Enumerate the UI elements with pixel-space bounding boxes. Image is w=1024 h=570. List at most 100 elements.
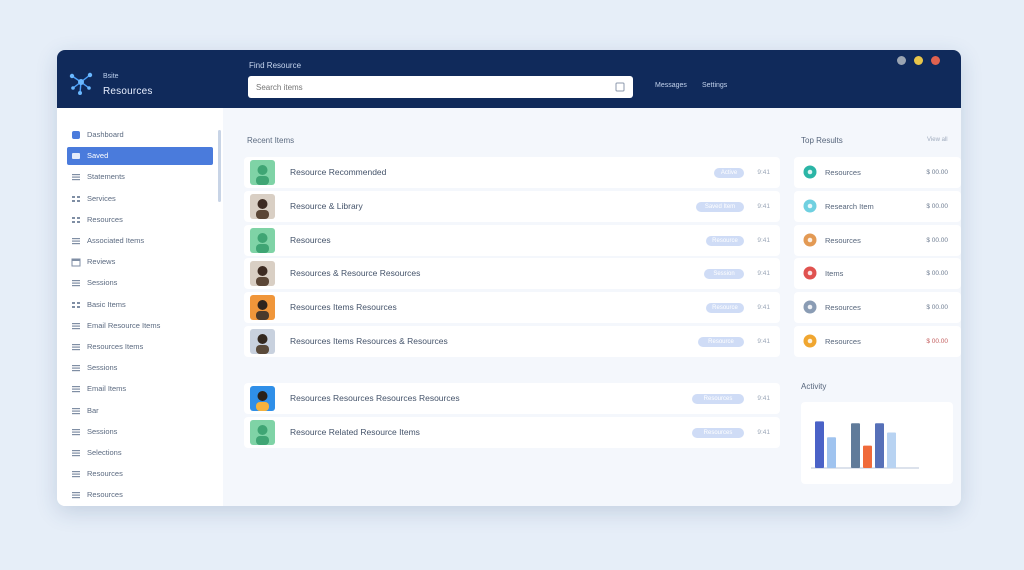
stat-icon	[803, 334, 817, 348]
status-badge: Resources	[692, 428, 744, 438]
list-item-title: Resources Items Resources	[290, 302, 397, 313]
list-item[interactable]: Resource & Library Saved Item 9:41	[244, 190, 780, 222]
minimize-button[interactable]	[897, 56, 906, 65]
list-item[interactable]: Resource Related Resource Items Resources…	[244, 417, 780, 448]
stat-label: Resources	[825, 337, 861, 346]
square-icon	[72, 131, 80, 139]
sidebar-item-label: Email Resource Items	[87, 320, 161, 330]
list-icon	[72, 174, 80, 181]
list-item-time: 9:41	[757, 202, 770, 210]
list-item[interactable]: Resources Items Resources & Resources Res…	[244, 326, 780, 357]
sidebar-item[interactable]: Email Resource Items	[67, 317, 213, 335]
list-item-title: Resources & Resource Resources	[290, 268, 421, 279]
nav-link-messages[interactable]: Messages	[655, 82, 687, 89]
sidebar-item[interactable]: Sessions	[67, 359, 213, 377]
chart-bar	[827, 437, 836, 468]
sidebar-item-label: Selections	[87, 448, 122, 457]
stat-label: Resources	[825, 303, 861, 313]
avatar	[250, 329, 275, 354]
avatar	[250, 420, 275, 445]
list-item-time: 9:41	[757, 338, 770, 345]
stat-row[interactable]: Items $ 00.00	[794, 258, 961, 290]
stat-row[interactable]: Resources $ 00.00	[794, 292, 961, 324]
list-item[interactable]: Resources Resource 9:41	[244, 224, 780, 256]
sidebar-item[interactable]: Bar	[67, 402, 213, 420]
search-input[interactable]	[256, 80, 596, 94]
list-icon	[72, 344, 80, 351]
status-badge: Resource	[698, 337, 744, 347]
list-item-title: Resource & Library	[290, 200, 363, 211]
avatar	[250, 295, 275, 321]
maximize-button[interactable]	[914, 56, 923, 65]
sidebar-item[interactable]: Resources	[67, 486, 213, 504]
list-icon	[72, 428, 80, 435]
sidebar-item-label: Associated Items	[87, 236, 145, 245]
stat-row[interactable]: Resources $ 00.00	[794, 224, 961, 256]
list-item-time: 9:41	[757, 270, 770, 278]
stat-label: Resources	[825, 168, 861, 177]
status-badge: Active	[714, 168, 744, 178]
stat-row[interactable]: Resources $ 00.00	[794, 157, 961, 188]
list-item[interactable]: Resources & Resource Resources Session 9:4…	[244, 258, 780, 290]
sidebar-item-label: Statements	[87, 172, 125, 182]
sidebar-item[interactable]: Reviews	[67, 253, 213, 271]
sidebar-item[interactable]: Services	[67, 190, 213, 208]
sidebar-item[interactable]: Selections	[67, 444, 213, 462]
list-item-title: Resource Recommended	[290, 167, 387, 177]
close-button[interactable]	[931, 56, 940, 65]
sidebar-item[interactable]: Statements	[67, 168, 213, 186]
sidebar-item-label: Bar	[87, 405, 99, 415]
sidebar-item-label: Reviews	[87, 257, 116, 267]
sidebar-item[interactable]: Email Items	[67, 380, 213, 398]
sidebar-scrollbar[interactable]	[218, 130, 221, 202]
stat-icon	[803, 233, 817, 247]
grid-icon	[72, 301, 80, 308]
sidebar-item[interactable]: Resources Items	[67, 338, 213, 356]
stat-value: $ 00.00	[926, 236, 948, 244]
list-item-title: Resource Related Resource Items	[290, 427, 420, 437]
sidebar-item[interactable]: Sessions	[67, 274, 213, 292]
stat-icon	[803, 266, 817, 280]
avatar	[250, 160, 275, 185]
activity-chart-card	[801, 402, 953, 484]
avatar	[250, 227, 275, 253]
sidebar-item[interactable]: Sessions	[67, 423, 213, 441]
list-icon	[72, 386, 80, 393]
search-box[interactable]	[248, 76, 633, 98]
stat-value: $ 00.00	[926, 338, 948, 345]
grid-icon	[72, 216, 80, 223]
chart-bar	[887, 432, 896, 468]
stat-value: $ 00.00	[926, 202, 948, 210]
list-item-time: 9:41	[757, 395, 770, 402]
avatar	[250, 261, 275, 287]
view-all-link[interactable]: View all	[927, 137, 948, 143]
sidebar-item[interactable]: Resources	[67, 211, 213, 229]
sidebar-item[interactable]: Saved	[67, 147, 213, 166]
sidebar-item-label: Saved	[87, 151, 109, 161]
list-item[interactable]: Resources Resources Resources Resources R…	[244, 383, 780, 414]
stat-row[interactable]: Resources $ 00.00	[794, 326, 961, 357]
chart-bar	[863, 445, 872, 468]
top-bar: Bsite Resources Find Resource Messages S…	[57, 50, 961, 108]
sidebar-item[interactable]: Associated Items	[67, 232, 213, 250]
sidebar-item-label: Email Items	[87, 384, 127, 394]
stat-label: Items	[825, 269, 844, 279]
list-icon	[72, 322, 80, 329]
list-item[interactable]: Resources Items Resources Resource 9:41	[244, 292, 780, 324]
list-item-time: 9:41	[757, 236, 770, 244]
nav-link-settings[interactable]: Settings	[702, 82, 727, 89]
sidebar-item[interactable]: Dashboard	[67, 126, 213, 144]
sidebar-item-label: Dashboard	[87, 130, 124, 139]
sidebar-item-label: Basic Items	[87, 299, 126, 309]
network-logo-icon	[69, 72, 93, 95]
list-item[interactable]: Resource Recommended Active 9:41	[244, 157, 780, 188]
list-icon	[72, 238, 80, 245]
sidebar-item-label: Resources Items	[87, 342, 144, 351]
sidebar-item-label: Sessions	[87, 426, 118, 436]
sidebar-item[interactable]: Basic Items	[67, 296, 213, 314]
list-item-time: 9:41	[757, 169, 770, 176]
sidebar-item[interactable]: Resources	[67, 465, 213, 483]
stat-row[interactable]: Research Item $ 00.00	[794, 190, 961, 222]
expand-icon[interactable]	[615, 82, 625, 92]
brand[interactable]: Bsite Resources	[67, 66, 187, 100]
